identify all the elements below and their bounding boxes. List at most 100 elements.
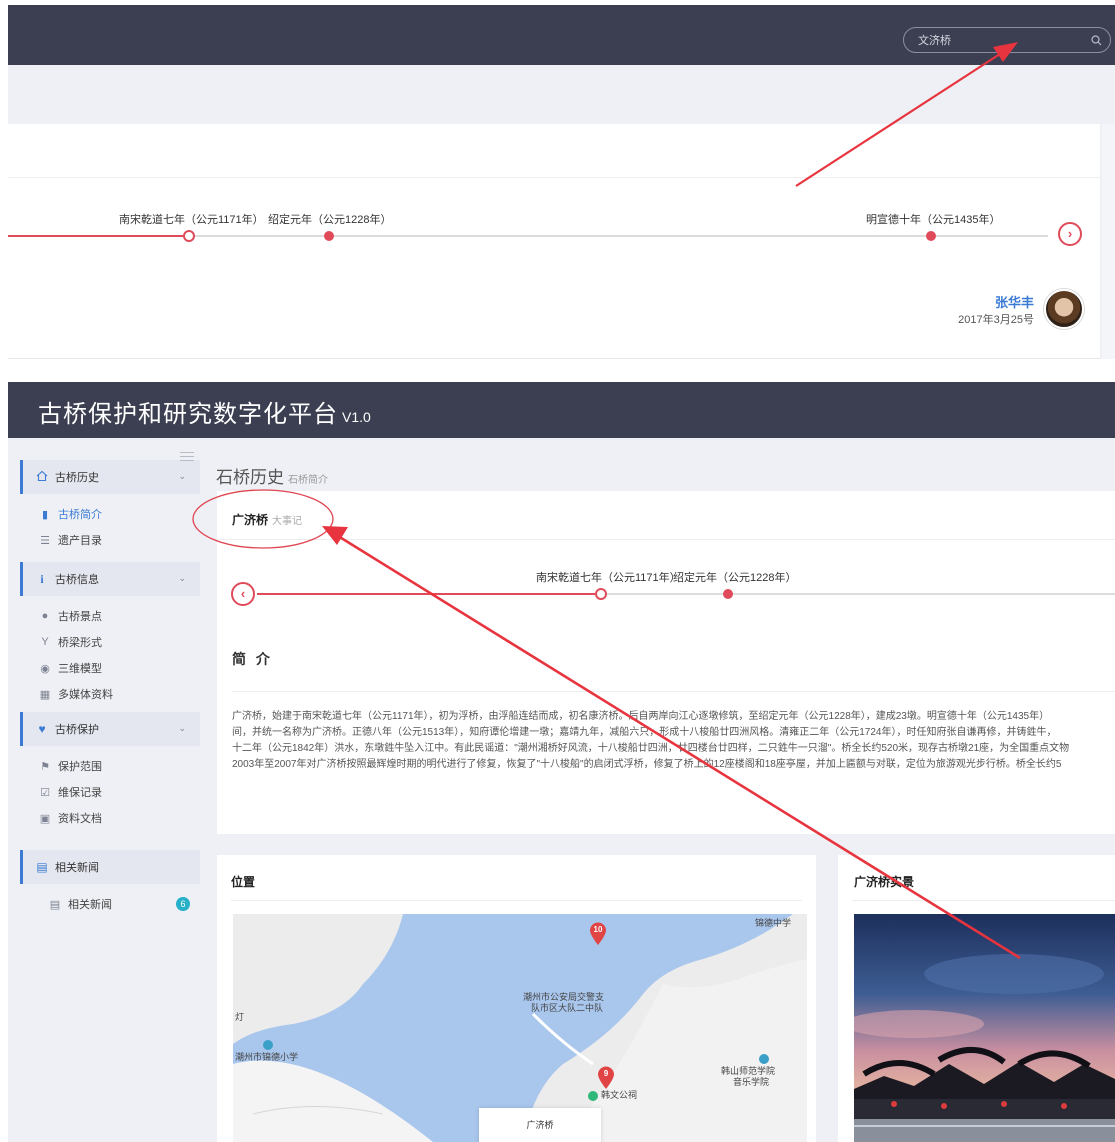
map-marker-number: 9	[603, 1069, 609, 1078]
sidebar-item-heritage-catalog[interactable]: ☰ 遗产目录	[20, 527, 200, 553]
sidebar-item-maintenance-records[interactable]: ☑ 维保记录	[20, 779, 200, 805]
bridge-photo-image	[854, 914, 1115, 1142]
app-title: 古桥保护和研究数字化平台 V1.0	[38, 401, 371, 428]
timeline-event-label: 明宣德十年（公元1435年）	[866, 214, 1001, 226]
map-label: 锦德中学	[755, 918, 792, 928]
chevron-down-icon: ⌄	[178, 723, 186, 733]
sidebar-section-label: 古桥信息	[55, 574, 99, 586]
map-label: 潮州市公安局交警支	[523, 992, 605, 1002]
sidebar-item-news[interactable]: ▤ 相关新闻 6	[20, 891, 200, 917]
location-divider	[231, 900, 802, 901]
document-icon: ▣	[39, 812, 51, 825]
poi-icon[interactable]	[759, 1054, 769, 1064]
news-icon: ▤	[49, 898, 61, 911]
scrollbar-track[interactable]	[1102, 124, 1115, 359]
sidebar-item-bridge-forms[interactable]: Y 桥梁形式	[20, 629, 200, 655]
bridge-photo[interactable]	[854, 914, 1115, 1142]
sidebar: 古桥历史 ⌄ ▮ 古桥简介 ☰ 遗产目录 i 古桥信息 ⌄ ● 古桥景点 Y 桥…	[20, 448, 200, 1142]
flag-icon: ⚑	[40, 760, 50, 773]
sidebar-item-label: 保护范围	[58, 761, 102, 773]
timeline-prev-button[interactable]: ‹	[231, 582, 255, 606]
intro-line: 十二年（公元1842年）洪水，东墩鉎牛坠入江中。有此民谣道："潮州湘桥好风流，十…	[232, 743, 1070, 754]
sidebar-section-label: 古桥保护	[55, 724, 99, 736]
map[interactable]: 锦德中学 潮州市公安局交警支 队市区大队二中队 灯 潮州市锦德小学 韩山师范学院…	[233, 914, 807, 1142]
book-icon: ▮	[41, 508, 49, 521]
info-icon: i	[40, 571, 44, 586]
card-divider	[217, 539, 1115, 540]
map-label: 队市区大队二中队	[531, 1003, 604, 1013]
sidebar-section-protection[interactable]: ♥ 古桥保护 ⌄	[20, 712, 200, 746]
map-marker[interactable]: 9	[597, 1066, 615, 1090]
avatar[interactable]	[1044, 289, 1084, 329]
intro-line: 间，并统一名称为广济桥。正德八年（公元1513年），知府谭伦增建一墩；嘉靖九年，…	[232, 727, 1057, 738]
sidebar-item-scenic-spots[interactable]: ● 古桥景点	[20, 603, 200, 629]
news-icon: ▤	[36, 860, 48, 874]
sidebar-item-label: 相关新闻	[68, 899, 112, 911]
photo-title: 广济桥实景	[854, 875, 915, 889]
map-label: 韩文公祠	[601, 1090, 638, 1100]
search-box[interactable]	[903, 27, 1111, 53]
menu-toggle-icon[interactable]	[180, 452, 194, 462]
poi-icon[interactable]	[588, 1091, 598, 1101]
search-icon[interactable]	[1091, 33, 1102, 51]
sidebar-item-label: 古桥简介	[58, 509, 102, 521]
dot-icon: ●	[41, 610, 49, 622]
sidebar-item-protection-scope[interactable]: ⚑ 保护范围	[20, 753, 200, 779]
intro-line: 广济桥，始建于南宋乾道七年（公元1171年），初为浮桥，由浮船连结而成，初名康济…	[232, 711, 1050, 722]
map-marker-number: 10	[593, 925, 603, 934]
sidebar-item-documents[interactable]: ▣ 资料文档	[20, 805, 200, 831]
map-popup[interactable]: 广济桥	[479, 1108, 601, 1142]
sidebar-section-history[interactable]: 古桥历史 ⌄	[20, 460, 200, 494]
sidebar-section-label: 古桥历史	[55, 472, 99, 484]
sidebar-item-label: 遗产目录	[58, 535, 102, 547]
timeline-progress-line	[8, 235, 188, 237]
map-label: 音乐学院	[733, 1077, 770, 1087]
sidebar-item-label: 多媒体资料	[58, 689, 113, 701]
sidebar-section-label: 相关新闻	[55, 862, 99, 874]
timeline-event-dot[interactable]	[926, 231, 936, 241]
page-subtitle: 石桥简介	[288, 475, 328, 486]
timeline-line	[188, 235, 1048, 237]
intro-text: 广济桥，始建于南宋乾道七年（公元1171年），初为浮桥，由浮船连结而成，初名康济…	[232, 709, 1115, 773]
home-icon	[35, 470, 49, 485]
chevron-right-icon: ›	[1067, 226, 1073, 241]
sidebar-section-news[interactable]: ▤ 相关新闻	[20, 850, 200, 884]
location-title: 位置	[231, 875, 256, 889]
calendar-check-icon: ☑	[40, 786, 50, 799]
y-icon: Y	[41, 636, 49, 648]
timeline-event-label: 南宋乾道七年（公元1171年）	[119, 214, 264, 226]
sidebar-item-multimedia[interactable]: ▦ 多媒体资料	[20, 681, 200, 707]
cube-icon: ◉	[40, 662, 50, 675]
map-marker[interactable]: 10	[589, 922, 607, 946]
timeline-event-dot-current[interactable]	[183, 230, 195, 242]
timeline-progress-line	[257, 593, 601, 595]
chevron-down-icon: ⌄	[178, 471, 186, 481]
timeline-event-label: 南宋乾道七年（公元1171年）	[536, 572, 681, 584]
sidebar-item-label: 维保记录	[58, 787, 102, 799]
author-name[interactable]: 张华丰	[930, 292, 1034, 311]
photo-divider	[852, 900, 1115, 901]
timeline-event-label: 绍定元年（公元1228年）	[673, 572, 797, 584]
timeline-line	[601, 593, 1115, 595]
timeline-event-dot[interactable]	[324, 231, 334, 241]
sidebar-section-info[interactable]: i 古桥信息 ⌄	[20, 562, 200, 596]
timeline-next-button[interactable]: ›	[1058, 222, 1082, 246]
timeline-event-dot-current[interactable]	[595, 588, 607, 600]
panel-divider	[8, 177, 1100, 178]
map-label: 灯	[235, 1012, 245, 1022]
sidebar-item-label: 资料文档	[58, 813, 102, 825]
photo-card: 广济桥实景	[838, 855, 1115, 1142]
sidebar-item-label: 桥梁形式	[58, 637, 102, 649]
chevron-left-icon: ‹	[240, 586, 246, 601]
heart-icon: ♥	[38, 722, 46, 736]
search-input[interactable]	[918, 31, 1078, 49]
sidebar-item-3d-models[interactable]: ◉ 三维模型	[20, 655, 200, 681]
app-version: V1.0	[342, 409, 371, 425]
intro-heading: 简 介	[232, 651, 273, 667]
map-label: 潮州市锦德小学	[235, 1052, 299, 1062]
poi-icon[interactable]	[263, 1040, 273, 1050]
timeline-event-dot[interactable]	[723, 589, 733, 599]
app-header: 古桥保护和研究数字化平台 V1.0	[8, 382, 1115, 438]
sidebar-item-bridge-intro[interactable]: ▮ 古桥简介	[20, 501, 200, 527]
intro-line: 2003年至2007年对广济桥按照最辉煌时期的明代进行了修复，恢复了"十八梭船"…	[232, 759, 1062, 770]
